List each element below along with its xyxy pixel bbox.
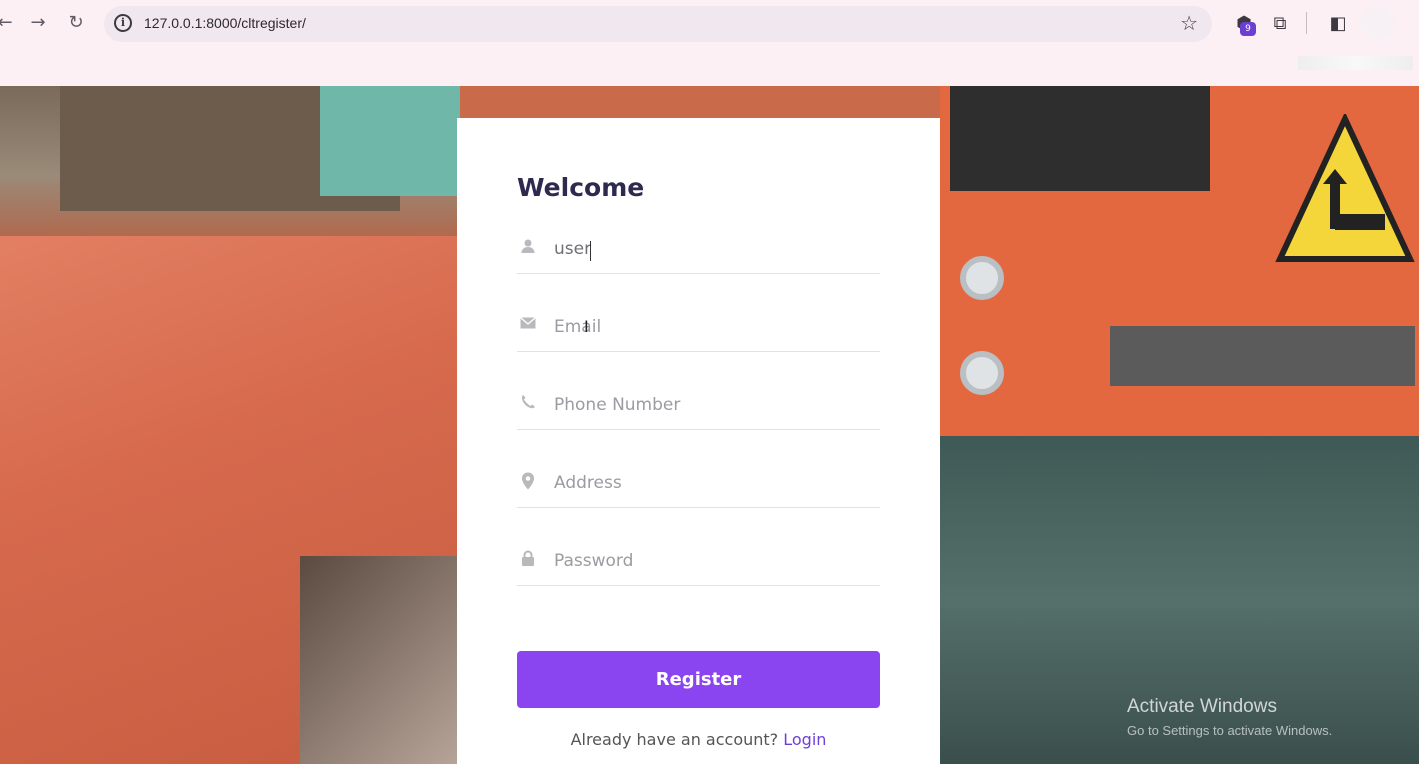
phone-input[interactable] <box>554 392 874 418</box>
url-text[interactable]: 127.0.0.1:8000/cltregister/ <box>144 15 306 31</box>
profile-name-blur <box>1298 56 1413 70</box>
username-field[interactable] <box>517 230 880 274</box>
address-input[interactable] <box>554 470 874 496</box>
puzzle-icon[interactable]: ⧉ <box>1268 12 1292 36</box>
site-info-icon[interactable]: i <box>114 14 132 32</box>
email-input[interactable] <box>554 314 874 340</box>
star-icon[interactable]: ☆ <box>1180 11 1198 35</box>
warning-sign-icon <box>1275 114 1415 262</box>
mouse-cursor-icon: I <box>584 317 589 336</box>
side-panel-icon[interactable]: ◧ <box>1326 12 1350 36</box>
toolbar-divider <box>1306 12 1307 34</box>
phone-field[interactable] <box>517 386 880 430</box>
bg-region <box>320 86 460 196</box>
activate-windows-title: Activate Windows <box>1127 696 1277 717</box>
text-caret <box>590 241 591 261</box>
address-field[interactable] <box>517 464 880 508</box>
lock-icon <box>519 550 537 568</box>
login-link[interactable]: Login <box>783 730 826 749</box>
extension-badge: 9 <box>1240 22 1256 36</box>
arrow-right-icon[interactable]: → <box>25 10 51 36</box>
browser-toolbar: ← → ↻ i 127.0.0.1:8000/cltregister/ ☆ ⬢ … <box>0 0 1419 86</box>
profile-avatar[interactable] <box>1360 6 1394 40</box>
bg-region <box>300 556 460 764</box>
login-prompt-text: Already have an account? <box>570 730 779 749</box>
form-title: Welcome <box>517 173 645 202</box>
envelope-icon <box>519 316 537 334</box>
password-field[interactable] <box>517 542 880 586</box>
phone-icon <box>519 394 537 412</box>
password-input[interactable] <box>554 548 874 574</box>
bolt-shape <box>960 256 1004 300</box>
username-input[interactable] <box>554 236 874 262</box>
bg-region <box>1110 326 1415 386</box>
bolt-shape <box>960 351 1004 395</box>
bg-region <box>950 86 1210 191</box>
address-bar[interactable]: i 127.0.0.1:8000/cltregister/ ☆ <box>104 6 1212 42</box>
register-button[interactable]: Register <box>517 651 880 708</box>
map-pin-icon <box>519 472 537 490</box>
reload-icon[interactable]: ↻ <box>63 10 89 36</box>
arrow-left-icon[interactable]: ← <box>0 10 18 36</box>
register-card: Welcome Register Already have an accoun <box>457 118 940 764</box>
activate-windows-subtitle: Go to Settings to activate Windows. <box>1127 723 1333 738</box>
user-icon <box>519 238 537 256</box>
email-field[interactable] <box>517 308 880 352</box>
login-prompt: Already have an account? Login <box>457 730 940 749</box>
